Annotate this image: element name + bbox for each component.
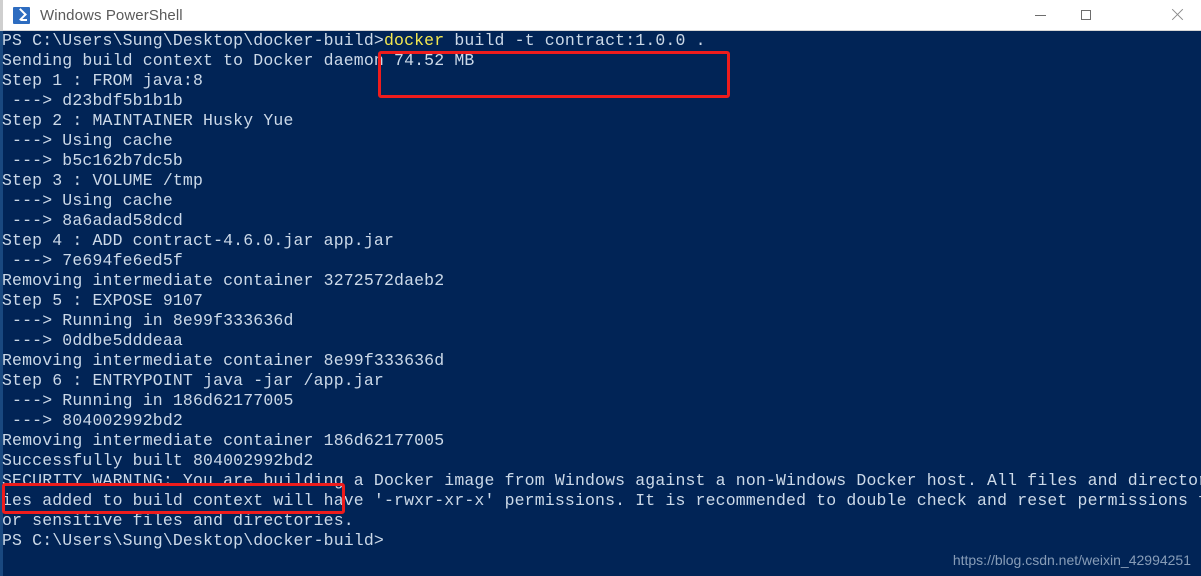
title-bar: Windows PowerShell: [0, 0, 1201, 31]
watermark: https://blog.csdn.net/weixin_42994251: [952, 552, 1191, 568]
powershell-icon-underscore: [21, 18, 27, 21]
console-line: Removing intermediate container 3272572d…: [2, 271, 445, 290]
console-output-area[interactable]: PS C:\Users\Sung\Desktop\docker-build>do…: [0, 31, 1201, 576]
console-line: or sensitive files and directories.: [2, 511, 354, 530]
command-args: build -t contract:1.0.0 .: [444, 31, 706, 50]
minimize-button[interactable]: [1017, 0, 1063, 30]
console-line: ---> Running in 8e99f333636d: [2, 311, 294, 330]
console-final-prompt: PS C:\Users\Sung\Desktop\docker-build>: [2, 531, 384, 550]
console-line: ---> 0ddbe5dddeaa: [2, 331, 183, 350]
console-line: ---> 8a6adad58dcd: [2, 211, 183, 230]
command-program: docker: [383, 31, 445, 50]
titlebar-left-accent: [0, 0, 3, 31]
minimize-icon: [1034, 14, 1046, 16]
close-icon: [1171, 9, 1183, 21]
console-line: ---> 7e694fe6ed5f: [2, 251, 183, 270]
console-prompt-line: PS C:\Users\Sung\Desktop\docker-build>do…: [2, 31, 1201, 51]
console-line: ies added to build context will have '-r…: [2, 491, 1201, 510]
powershell-window: Windows PowerShell PS C:\Users\Sung\Desk…: [0, 0, 1201, 576]
console-line: Removing intermediate container 186d6217…: [2, 431, 445, 450]
console-line: ---> Using cache: [2, 191, 173, 210]
console-line: ---> Using cache: [2, 131, 173, 150]
console-line-security-warning: SECURITY WARNING: You are building a Doc…: [2, 471, 1201, 490]
powershell-icon: [13, 6, 30, 24]
prompt-path: PS C:\Users\Sung\Desktop\docker-build>: [2, 31, 384, 50]
maximize-button[interactable]: [1063, 0, 1109, 30]
console-lines: PS C:\Users\Sung\Desktop\docker-build>do…: [2, 31, 1201, 551]
console-line: Step 4 : ADD contract-4.6.0.jar app.jar: [2, 231, 395, 250]
console-line: ---> Running in 186d62177005: [2, 391, 294, 410]
close-button[interactable]: [1153, 0, 1201, 30]
console-line: Step 3 : VOLUME /tmp: [2, 171, 204, 190]
window-title: Windows PowerShell: [40, 6, 183, 24]
console-line: Step 1 : FROM java:8: [2, 71, 204, 90]
console-line: Step 2 : MAINTAINER Husky Yue: [2, 111, 294, 130]
console-line: Step 5 : EXPOSE 9107: [2, 291, 204, 310]
console-line-successfully-built: Successfully built 804002992bd2: [2, 451, 314, 470]
console-line: ---> b5c162b7dc5b: [2, 151, 183, 170]
console-line: ---> d23bdf5b1b1b: [2, 91, 183, 110]
console-line: Step 6 : ENTRYPOINT java -jar /app.jar: [2, 371, 384, 390]
console-line: ---> 804002992bd2: [2, 411, 183, 430]
console-line: Sending build context to Docker daemon 7…: [2, 51, 475, 70]
maximize-icon: [1081, 10, 1091, 20]
console-line: Removing intermediate container 8e99f333…: [2, 351, 445, 370]
